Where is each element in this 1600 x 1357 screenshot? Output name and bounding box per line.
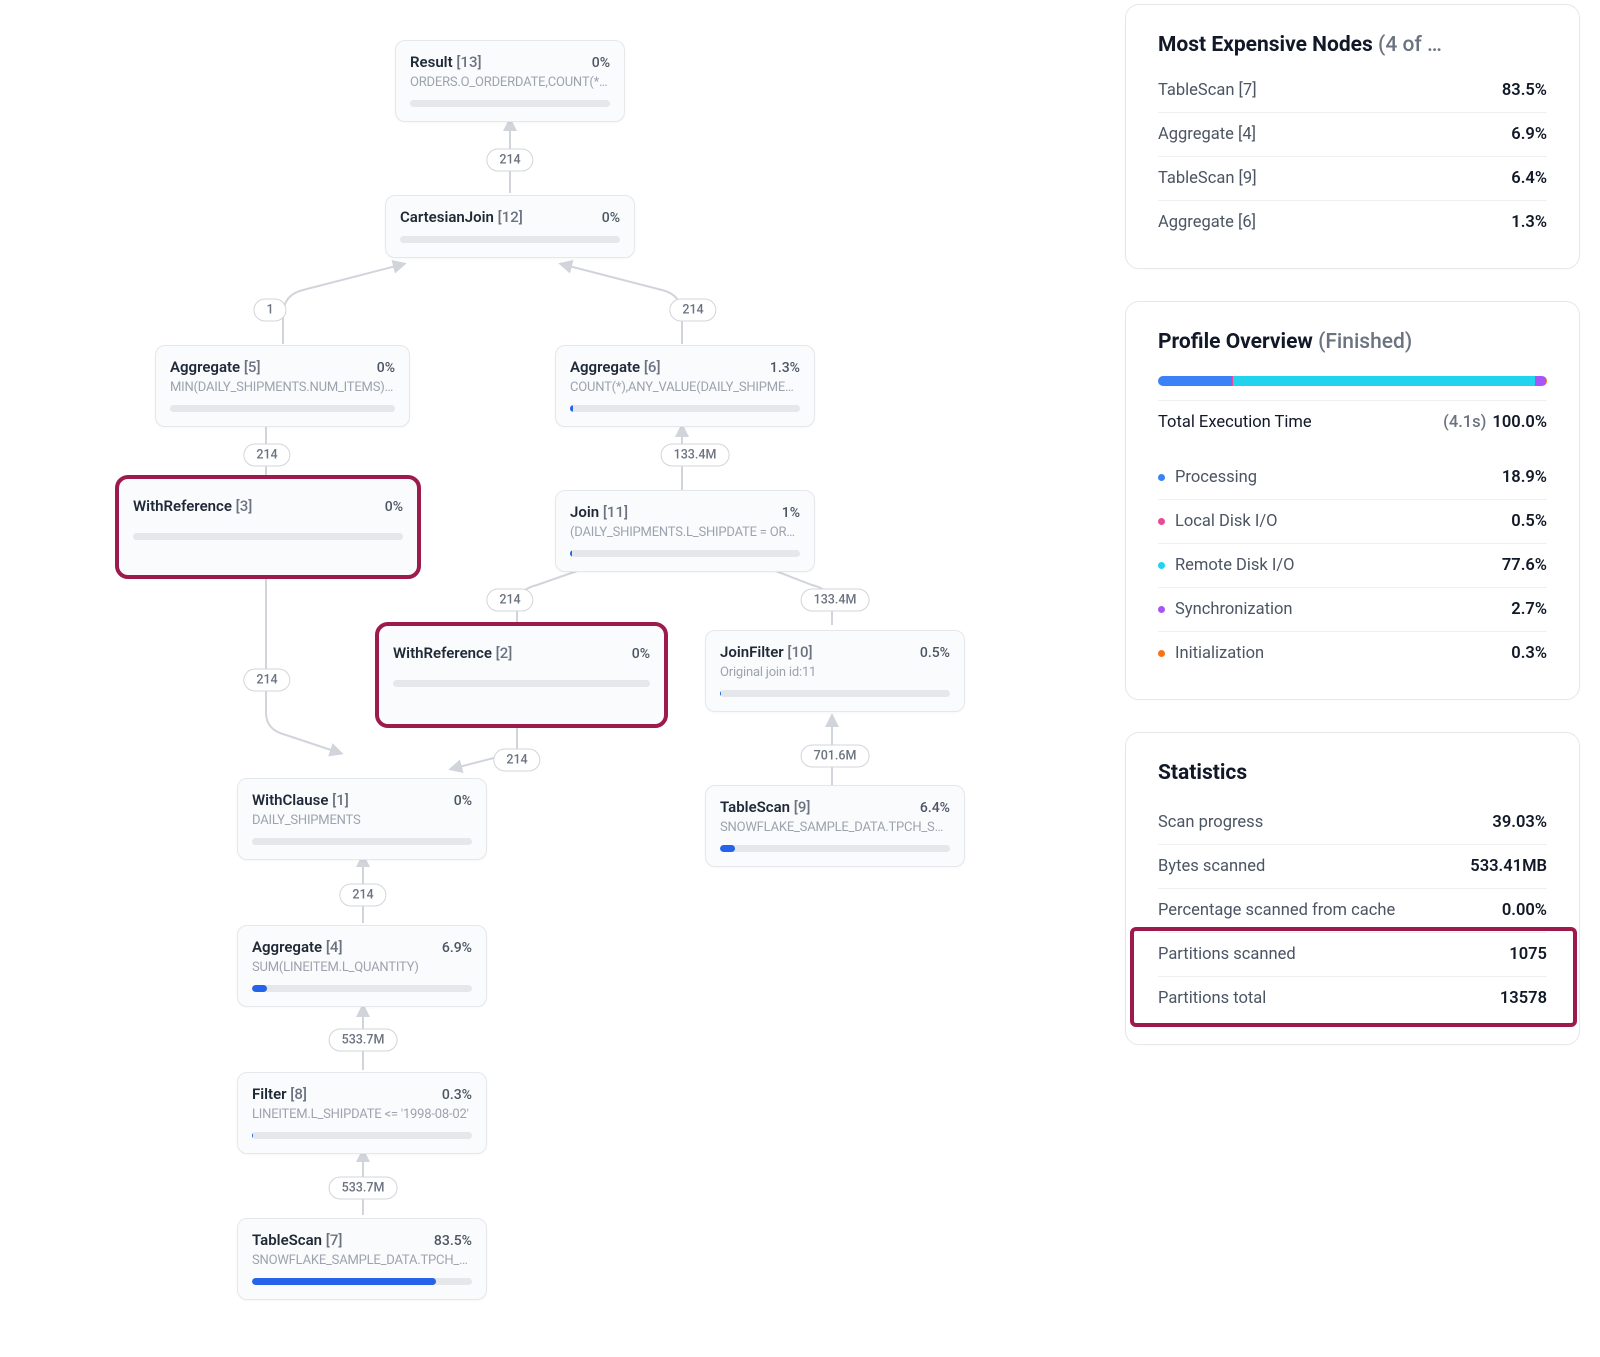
node-withreference-2[interactable]: WithReference [2]0% — [378, 625, 665, 725]
stats-row: Scan progress39.03% — [1158, 801, 1547, 844]
node-tablescan-9[interactable]: TableScan [9]6.4% SNOWFLAKE_SAMPLE_DATA.… — [705, 785, 965, 867]
edge-label: 533.7M — [329, 1177, 398, 1200]
query-plan-canvas[interactable]: Result [13]0% ORDERS.O_ORDERDATE,COUNT(*… — [0, 0, 1030, 1357]
node-result[interactable]: Result [13]0% ORDERS.O_ORDERDATE,COUNT(*… — [395, 40, 625, 122]
node-withclause[interactable]: WithClause [1]0% DAILY_SHIPMENTS — [237, 778, 487, 860]
expensive-row[interactable]: TableScan [7]83.5% — [1158, 69, 1547, 112]
profile-total: Total Execution Time (4.1s)100.0% — [1158, 400, 1547, 444]
edge-label: 533.7M — [329, 1029, 398, 1052]
profile-row: Local Disk I/O0.5% — [1158, 499, 1547, 543]
panel-title: Statistics — [1158, 761, 1247, 785]
panel-statistics: Statistics Scan progress39.03%Bytes scan… — [1125, 732, 1580, 1045]
profile-row: Remote Disk I/O77.6% — [1158, 543, 1547, 587]
profile-row: Initialization0.3% — [1158, 631, 1547, 675]
edge-label: 133.4M — [661, 444, 730, 467]
expensive-row[interactable]: Aggregate [6]1.3% — [1158, 200, 1547, 244]
node-join-11[interactable]: Join [11]1% (DAILY_SHIPMENTS.L_SHIPDATE … — [555, 490, 815, 572]
expensive-row[interactable]: Aggregate [4]6.9% — [1158, 112, 1547, 156]
node-joinfilter[interactable]: JoinFilter [10]0.5% Original join id:11 — [705, 630, 965, 712]
edge-label: 214 — [486, 149, 533, 172]
edge-label: 214 — [486, 589, 533, 612]
stats-row: Partitions scanned1075 — [1158, 932, 1547, 976]
node-aggregate-4[interactable]: Aggregate [4]6.9% SUM(LINEITEM.L_QUANTIT… — [237, 925, 487, 1007]
panel-profile-overview: Profile Overview (Finished) Total Execut… — [1125, 301, 1580, 700]
edge-label: 701.6M — [801, 745, 870, 768]
panel-most-expensive: Most Expensive Nodes (4 of … TableScan [… — [1125, 4, 1580, 269]
edge-label: 1 — [253, 299, 286, 322]
stats-row: Bytes scanned533.41MB — [1158, 844, 1547, 888]
profile-row: Synchronization2.7% — [1158, 587, 1547, 631]
panel-title: Profile Overview (Finished) — [1158, 330, 1412, 354]
edge-label: 214 — [669, 299, 716, 322]
stats-row: Partitions total13578 — [1158, 976, 1547, 1020]
node-aggregate-5[interactable]: Aggregate [5]0% MIN(DAILY_SHIPMENTS.NUM_… — [155, 345, 410, 427]
node-cartesianjoin[interactable]: CartesianJoin [12]0% — [385, 195, 635, 258]
panel-title: Most Expensive Nodes (4 of … — [1158, 33, 1442, 57]
node-aggregate-6[interactable]: Aggregate [6]1.3% COUNT(*),ANY_VALUE(DAI… — [555, 345, 815, 427]
edge-label: 133.4M — [801, 589, 870, 612]
profile-row: Processing18.9% — [1158, 456, 1547, 499]
expensive-row[interactable]: TableScan [9]6.4% — [1158, 156, 1547, 200]
node-tablescan-7[interactable]: TableScan [7]83.5% SNOWFLAKE_SAMPLE_DATA… — [237, 1218, 487, 1300]
edge-label: 214 — [243, 669, 290, 692]
profile-stacked-bar — [1158, 376, 1547, 386]
edge-label: 214 — [243, 444, 290, 467]
edge-label: 214 — [493, 749, 540, 772]
stats-row: Percentage scanned from cache0.00% — [1158, 888, 1547, 932]
node-withreference-3[interactable]: WithReference [3]0% — [118, 478, 418, 576]
node-filter-8[interactable]: Filter [8]0.3% LINEITEM.L_SHIPDATE <= '1… — [237, 1072, 487, 1154]
edge-label: 214 — [339, 884, 386, 907]
